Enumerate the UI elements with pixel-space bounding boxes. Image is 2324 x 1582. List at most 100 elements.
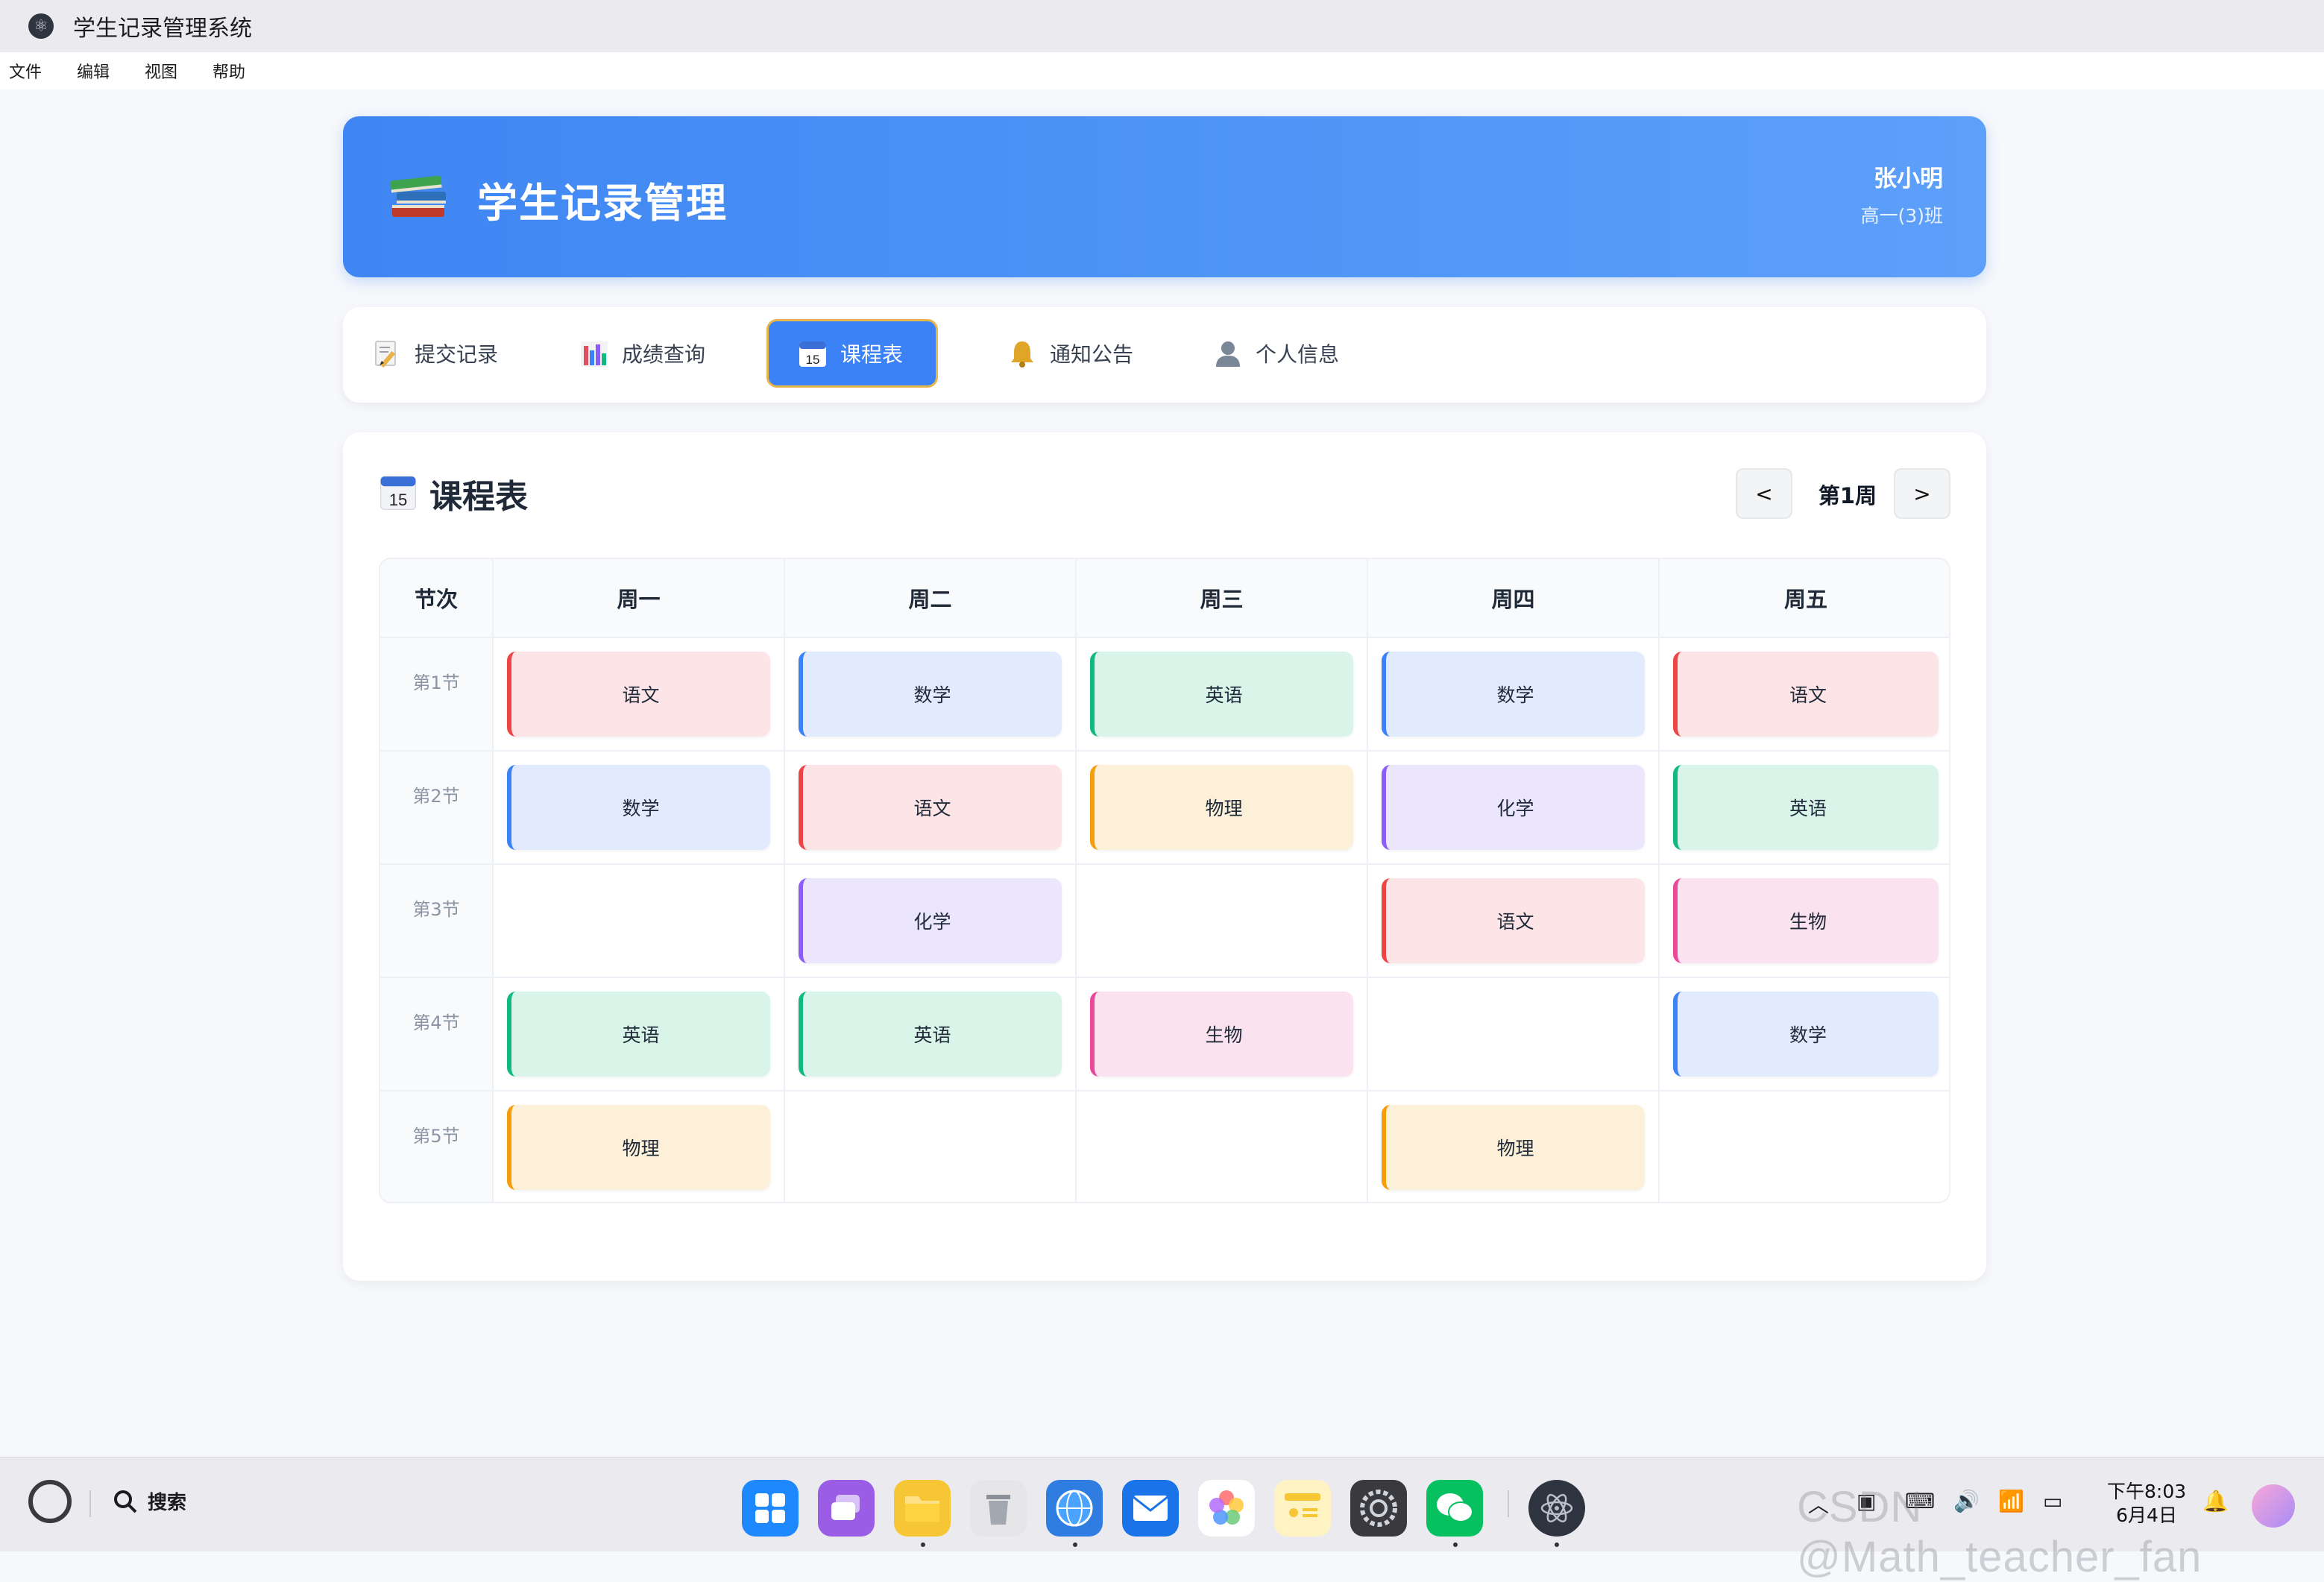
multitask-icon[interactable]	[818, 1480, 875, 1537]
prev-week-button[interactable]: <	[1736, 468, 1792, 519]
schedule-cell: 语文	[785, 750, 1077, 863]
menu-help[interactable]: 帮助	[212, 59, 245, 83]
schedule-cell: 数学	[494, 750, 785, 863]
notes-icon[interactable]	[1274, 1480, 1331, 1537]
settings-icon[interactable]	[1350, 1480, 1407, 1537]
watermark: CSDN @Math_teacher_fan	[1797, 1483, 2202, 1581]
menu-view[interactable]: 视图	[145, 59, 177, 83]
nav-tabs: 提交记录 成绩查询 15 课程表 通知公告 个人信息	[343, 307, 1986, 403]
course-card[interactable]: 化学	[1382, 765, 1645, 850]
launcher-icon[interactable]	[742, 1480, 799, 1537]
day-header: 周三	[1077, 559, 1368, 637]
running-indicator	[1073, 1542, 1077, 1547]
week-label: 第1周	[1818, 483, 1877, 508]
bar-chart-icon	[579, 338, 610, 369]
course-card[interactable]: 语文	[507, 652, 770, 737]
svg-text:15: 15	[806, 353, 820, 367]
course-card[interactable]: 英语	[507, 992, 770, 1077]
schedule-cell: 化学	[785, 863, 1077, 977]
schedule-cell: 数学	[1368, 637, 1660, 750]
course-card[interactable]: 英语	[1090, 652, 1353, 737]
course-card[interactable]: 物理	[1090, 765, 1353, 850]
browser-icon[interactable]	[1046, 1480, 1103, 1537]
schedule-cell: 英语	[494, 977, 785, 1090]
course-card[interactable]: 英语	[799, 992, 1062, 1077]
calendar-icon: 15	[380, 476, 417, 511]
period-label: 第4节	[380, 977, 494, 1090]
svg-text:15: 15	[389, 491, 408, 509]
schedule-table: 节次 周一 周二 周三 周四 周五 第1节 语文 数学 英语 数学 语文 第2节 数学 语文 物理 化学 英语第…	[379, 558, 1950, 1203]
menu-file[interactable]: 文件	[9, 59, 42, 83]
calendar-icon: 15	[797, 338, 828, 369]
course-card[interactable]: 数学	[1382, 652, 1645, 737]
tab-course-schedule[interactable]: 15 课程表	[766, 319, 938, 388]
course-card[interactable]: 数学	[1673, 992, 1939, 1077]
tab-label: 通知公告	[1050, 342, 1134, 367]
schedule-cell: 数学	[785, 637, 1077, 750]
trash-icon[interactable]	[970, 1480, 1027, 1537]
tab-label: 成绩查询	[622, 342, 706, 367]
mail-icon[interactable]	[1122, 1480, 1179, 1537]
divider	[1508, 1490, 1509, 1517]
menu-edit[interactable]: 编辑	[77, 59, 110, 83]
schedule-card: 15 课程表 < 第1周 > 节次 周一 周二 周三 周四 周五 第1节 语文 数学 英语 数学语…	[343, 432, 1986, 1281]
period-label: 第2节	[380, 750, 494, 863]
course-card[interactable]: 物理	[507, 1105, 770, 1190]
schedule-cell	[1077, 1090, 1368, 1202]
schedule-cell: 英语	[1077, 637, 1368, 750]
schedule-cell: 生物	[1660, 863, 1949, 977]
search-label: 搜索	[148, 1492, 187, 1514]
course-card[interactable]: 生物	[1673, 878, 1939, 963]
running-indicator	[921, 1542, 925, 1547]
divider	[89, 1490, 91, 1517]
course-card[interactable]: 物理	[1382, 1105, 1645, 1190]
start-button[interactable]	[28, 1480, 72, 1523]
course-card[interactable]: 生物	[1090, 992, 1353, 1077]
day-header: 周二	[785, 559, 1077, 637]
tab-label: 个人信息	[1256, 342, 1340, 367]
books-icon	[390, 175, 446, 217]
wechat-icon[interactable]	[1426, 1480, 1483, 1537]
day-header: 周五	[1660, 559, 1949, 637]
schedule-cell	[1660, 1090, 1949, 1202]
schedule-cell: 语文	[494, 637, 785, 750]
menu-bar: 文件 编辑 视图 帮助	[0, 52, 2324, 89]
course-card[interactable]: 数学	[507, 765, 770, 850]
window-title: 学生记录管理系统	[73, 16, 252, 42]
photos-icon[interactable]	[1198, 1480, 1255, 1537]
schedule-cell: 数学	[1660, 977, 1949, 1090]
file-manager-icon[interactable]	[894, 1480, 951, 1537]
day-header: 周一	[494, 559, 785, 637]
running-indicator	[1555, 1542, 1559, 1547]
next-week-button[interactable]: >	[1894, 468, 1950, 519]
running-indicator	[1453, 1542, 1458, 1547]
user-name: 张小明	[1874, 166, 1943, 192]
bell-icon	[1007, 338, 1038, 369]
section-title: 课程表	[429, 478, 528, 516]
taskbar-search-button[interactable]: 搜索	[112, 1487, 186, 1515]
tab-notices[interactable]: 通知公告	[978, 319, 1162, 388]
course-card[interactable]: 英语	[1673, 765, 1939, 850]
tab-label: 课程表	[840, 342, 904, 367]
schedule-cell: 化学	[1368, 750, 1660, 863]
course-card[interactable]: 数学	[799, 652, 1062, 737]
period-label: 第1节	[380, 637, 494, 750]
course-card[interactable]: 语文	[1382, 878, 1645, 963]
schedule-cell: 物理	[494, 1090, 785, 1202]
course-card[interactable]: 语文	[799, 765, 1062, 850]
tab-submit-records[interactable]: 提交记录	[343, 319, 526, 388]
tab-label: 提交记录	[415, 342, 499, 367]
tab-personal-info[interactable]: 个人信息	[1184, 319, 1367, 388]
period-column-header: 节次	[380, 559, 494, 637]
course-card[interactable]: 语文	[1673, 652, 1939, 737]
schedule-cell: 物理	[1077, 750, 1368, 863]
title-bar: ⚛ 学生记录管理系统	[0, 0, 2324, 52]
app-title: 学生记录管理	[477, 180, 728, 227]
tab-grade-query[interactable]: 成绩查询	[550, 319, 734, 388]
schedule-cell	[494, 863, 785, 977]
course-card[interactable]: 化学	[799, 878, 1062, 963]
schedule-cell: 英语	[785, 977, 1077, 1090]
schedule-cell	[785, 1090, 1077, 1202]
schedule-cell: 生物	[1077, 977, 1368, 1090]
electron-app-icon[interactable]	[1528, 1480, 1585, 1537]
